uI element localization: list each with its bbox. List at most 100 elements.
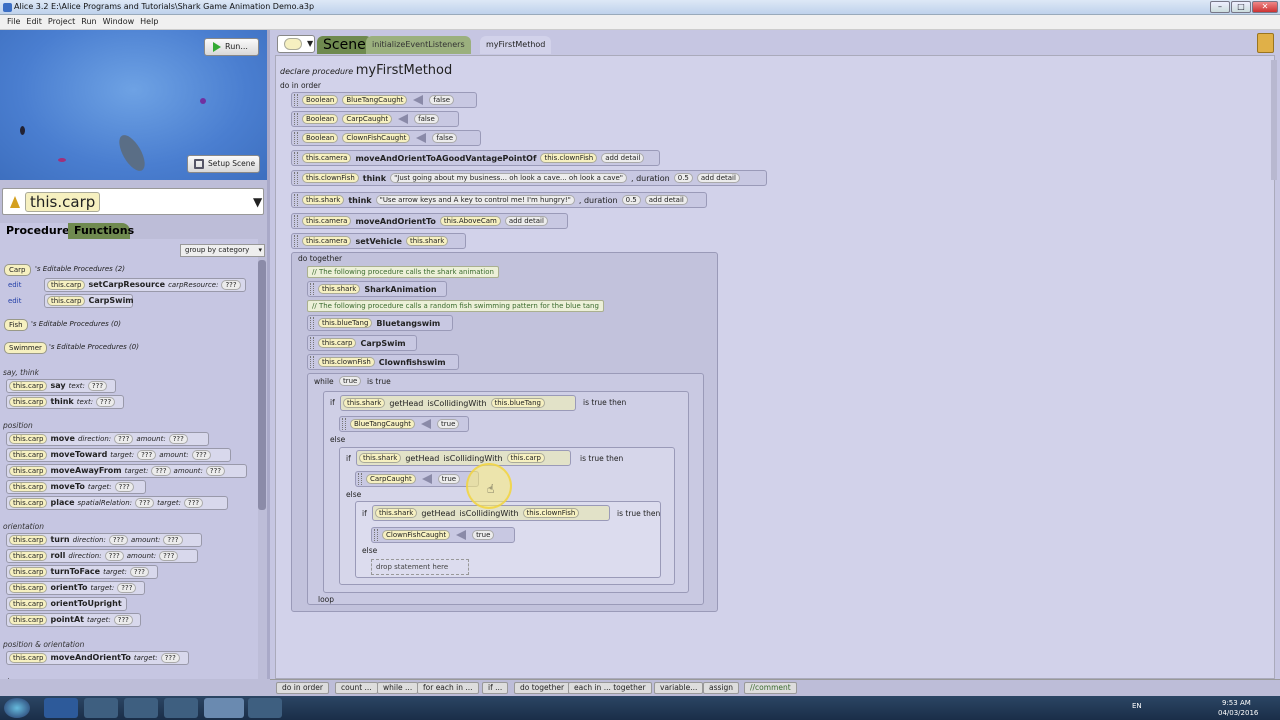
statement-carp-caught[interactable]: Boolean CarpCaught false [291,111,459,127]
minimize-button[interactable]: – [1210,1,1230,13]
statement-bluetangswim[interactable]: this.blueTang Bluetangswim [307,315,453,331]
control-while[interactable]: while ... [377,682,419,694]
language-indicator[interactable]: EN [1132,702,1142,710]
edit-link[interactable]: edit [8,297,21,305]
editor-scrollbar[interactable] [1271,60,1277,180]
chevron-down-icon: ▼ [307,39,314,48]
menu-edit[interactable]: Edit [23,16,45,27]
control-do-together[interactable]: do together [514,682,571,694]
statement-shark-animation[interactable]: this.shark SharkAnimation [307,281,447,297]
comment-shark-animation[interactable]: // The following procedure calls the sha… [307,266,499,278]
statement-clownfish-caught[interactable]: Boolean ClownFishCaught false [291,130,481,146]
tab-scene[interactable]: Scene [317,36,372,54]
pointer-cursor-icon: ☝ [487,482,495,496]
control-comment[interactable]: //comment [744,682,797,694]
fish-sprite [58,158,66,162]
statement-camera-move[interactable]: this.camera moveAndOrientTo this.AboveCam a… [291,213,568,229]
edit-link[interactable]: edit [8,281,21,289]
proc-orientToUpright[interactable]: this.carp orientToUpright [6,597,127,611]
statement-camera-vantage[interactable]: this.camera moveAndOrientToAGoodVantagePo… [291,150,660,166]
proc-moveToward[interactable]: this.carp moveToward target:??? amount:??? [6,448,231,462]
tab-my-first-method[interactable]: myFirstMethod [480,36,552,54]
proc-setCarpResource[interactable]: this.carp setCarpResource carpResource:??? [44,278,246,292]
app-icon [3,3,12,12]
proc-say[interactable]: this.carp say text:??? [6,379,116,393]
tab-functions[interactable]: Functions [68,223,134,239]
procedures-scrollbar[interactable] [258,260,266,510]
proc-pointAt[interactable]: this.carp pointAt target:??? [6,613,141,627]
system-tray: EN 9:53 AM 04/03/2016 [1130,699,1280,719]
file-explorer-icon[interactable] [124,698,158,718]
assign-arrow-icon [416,133,427,143]
tab-procedures[interactable]: Procedures [0,223,76,239]
alice-taskbar-icon[interactable] [204,698,244,718]
run-button[interactable]: Run... [204,38,259,56]
clock-date[interactable]: 04/03/2016 [1218,709,1258,717]
clock-time[interactable]: 9:53 AM [1222,699,1251,707]
statement-carpswim[interactable]: this.carp CarpSwim [307,335,417,351]
comment-random-fish[interactable]: // The following procedure calls a rando… [307,300,604,312]
statement-set-vehicle[interactable]: this.camera setVehicle this.shark [291,233,466,249]
title-bar: Alice 3.2 E:\Alice Programs and Tutorial… [0,0,1280,15]
control-variable[interactable]: variable... [654,682,704,694]
media-player-icon[interactable] [164,698,198,718]
proc-moveTo[interactable]: this.carp moveTo target:??? [6,480,146,494]
proc-place[interactable]: this.carp place spatialRelation:??? target:… [6,496,228,510]
proc-CarpSwim[interactable]: this.carp CarpSwim [44,294,134,308]
statement-shark-think[interactable]: this.shark think "Use arrow keys and A key… [291,192,707,208]
internet-explorer-icon[interactable] [44,698,78,718]
control-for-each-in[interactable]: for each in ... [417,682,479,694]
statement-clownfishswim[interactable]: this.clownFish Clownfishswim [307,354,459,370]
proc-think[interactable]: this.carp think text:??? [6,395,124,409]
condition-shark-bluetang[interactable]: this.shark getHead isCollidingWith this.blu… [340,395,576,411]
chrome-icon[interactable] [84,698,118,718]
assign-arrow-icon [421,419,432,429]
swimmer-editable-label: 's Editable Procedures (0) [49,343,139,351]
proc-move[interactable]: this.carp move direction:??? amount:??? [6,432,209,446]
proc-turn[interactable]: this.carp turn direction:??? amount:??? [6,533,202,547]
statement-set-carp-true[interactable]: CarpCaught true [355,471,479,487]
class-menu-button[interactable]: ▼ [277,35,315,53]
menu-bar: File Edit Project Run Window Help [0,15,1280,30]
proc-orientTo[interactable]: this.carp orientTo target:??? [6,581,145,595]
group-by-select[interactable]: group by category ▾ [180,244,265,257]
proc-roll[interactable]: this.carp roll direction:??? amount:??? [6,549,198,563]
assign-arrow-icon [421,474,432,484]
control-if[interactable]: if ... [482,682,509,694]
while-condition[interactable]: true [339,376,362,386]
recorder-taskbar-icon[interactable] [248,698,282,718]
is-true-then: is true then [617,509,661,518]
proc-moveAndOrientTo[interactable]: this.carp moveAndOrientTo target:??? [6,651,189,665]
condition-shark-carp[interactable]: this.shark getHead isCollidingWith this.car… [356,450,571,466]
setup-scene-button[interactable]: Setup Scene [187,155,260,173]
category-say-think: say, think [3,368,40,377]
control-count[interactable]: count ... [335,682,378,694]
instance-selector[interactable]: this.carp ▼ [2,188,264,215]
tab-initialize-event-listeners[interactable]: initializeEventListeners [366,36,471,54]
statement-set-clownfish-true[interactable]: ClownFishCaught true [371,527,515,543]
control-each-in-together[interactable]: each in ... together [568,682,652,694]
control-do-in-order[interactable]: do in order [276,682,329,694]
menu-help[interactable]: Help [137,16,161,27]
chevron-down-icon[interactable]: ▼ [253,195,262,209]
statement-set-bluetang-true[interactable]: BlueTangCaught true [339,416,469,432]
start-button-icon[interactable] [4,698,30,718]
proc-moveAwayFrom[interactable]: this.carp moveAwayFrom target:??? amount:??… [6,464,247,478]
proc-turnToFace[interactable]: this.carp turnToFace target:??? [6,565,158,579]
clipboard-icon[interactable] [1257,33,1274,53]
menu-project[interactable]: Project [45,16,78,27]
menu-window[interactable]: Window [100,16,138,27]
menu-file[interactable]: File [4,16,23,27]
menu-run[interactable]: Run [78,16,99,27]
do-together-label: do together [298,254,343,263]
shark-sprite [114,131,150,175]
method-name: myFirstMethod [355,63,453,78]
statement-bluetang-caught[interactable]: Boolean BlueTangCaught false [291,92,477,108]
loop-label: loop [318,595,335,604]
fish-sprite [200,98,206,104]
close-button[interactable]: ✕ [1252,1,1278,13]
statement-clownfish-think[interactable]: this.clownFish think "Just going about my … [291,170,767,186]
control-assign[interactable]: assign [703,682,740,694]
maximize-button[interactable]: □ [1231,1,1251,13]
drop-statement-placeholder[interactable]: drop statement here [371,559,469,575]
